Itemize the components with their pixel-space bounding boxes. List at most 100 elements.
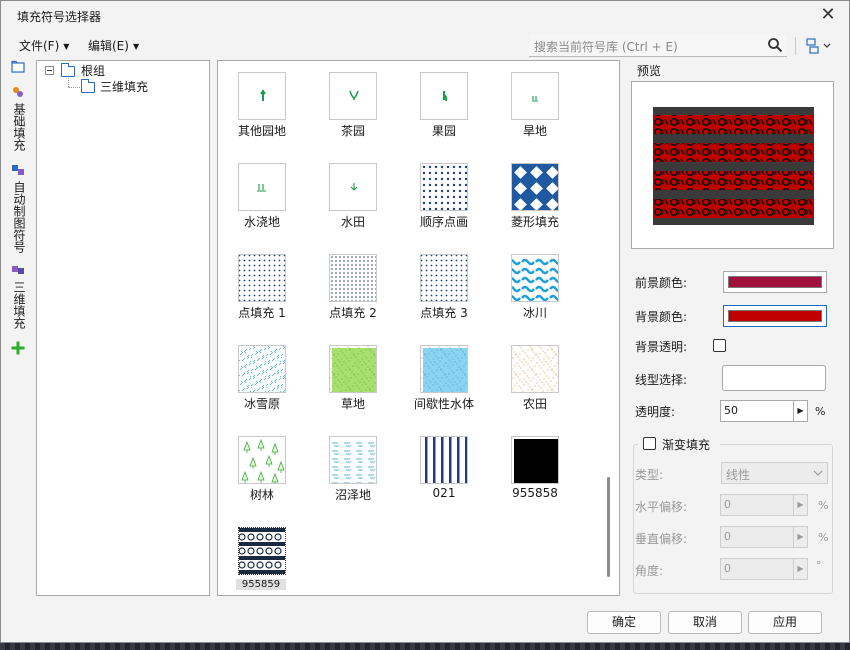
preview-label: 预览 <box>637 64 662 78</box>
symbol-item[interactable]: 树林 <box>216 436 306 524</box>
symbol-thumbnail <box>511 72 559 120</box>
symbol-item[interactable]: 点填充 3 <box>398 254 488 342</box>
symbol-item[interactable]: 旱地 <box>489 72 579 160</box>
spin-arrow-icon[interactable]: ▶ <box>793 495 807 515</box>
side-tab-strip: 基础填充 自动制图符号 三维填充 <box>7 59 29 359</box>
opacity-unit: % <box>815 405 826 418</box>
mapping-symbol-icon <box>12 165 24 175</box>
symbol-item[interactable]: 顺序点画 <box>398 163 488 251</box>
h-offset-value: 0 <box>724 498 731 511</box>
spin-arrow-icon[interactable]: ▶ <box>793 527 807 547</box>
tree-node-3d-fill[interactable]: 三维填充 <box>100 78 148 95</box>
background-color-picker[interactable] <box>723 305 827 327</box>
symbol-thumbnail <box>511 254 559 302</box>
symbol-item[interactable]: 点填充 1 <box>216 254 306 342</box>
folder-icon <box>11 60 25 73</box>
folder-icon <box>61 63 75 77</box>
angle-unit: ° <box>816 559 822 572</box>
gradient-fill-checkbox[interactable] <box>643 437 656 450</box>
search-input[interactable]: 搜索当前符号库 (Ctrl + E) <box>529 35 787 57</box>
menu-edit[interactable]: 编辑(E) ▼ <box>88 37 139 54</box>
symbol-item[interactable]: 冰雪原 <box>216 345 306 433</box>
3d-fill-icon <box>12 266 24 274</box>
symbol-item[interactable]: 021 <box>398 436 488 524</box>
tab-auto-mapping[interactable]: 自动制图符号 <box>7 163 29 257</box>
collapse-icon[interactable] <box>45 66 54 75</box>
symbol-item[interactable]: 果园 <box>398 72 488 160</box>
tree-connector <box>68 87 80 88</box>
tree-node-root[interactable]: 根组 <box>81 62 105 79</box>
gradient-title-area: 渐变填充 <box>638 435 720 453</box>
symbol-item[interactable]: 955858 <box>489 436 579 524</box>
search-icon[interactable] <box>767 37 783 53</box>
h-offset-spinner[interactable]: 0 ▶ <box>720 494 808 516</box>
spin-arrow-icon[interactable]: ▶ <box>793 559 807 579</box>
symbol-tree: 根组 三维填充 <box>36 60 210 596</box>
v-offset-unit: % <box>818 531 829 544</box>
symbol-label: 草地 <box>340 397 365 411</box>
basic-fill-icon <box>13 87 23 97</box>
symbol-item[interactable]: 草地 <box>307 345 397 433</box>
tab-folder[interactable] <box>7 59 29 75</box>
spin-arrow-icon[interactable]: ▶ <box>793 401 807 421</box>
symbol-label: 水浇地 <box>243 215 280 229</box>
symbol-label: 点填充 2 <box>329 306 377 320</box>
symbol-label: 其他园地 <box>237 124 286 138</box>
tab-auto-mapping-label: 自动制图符号 <box>12 181 26 253</box>
v-offset-spinner[interactable]: 0 ▶ <box>720 526 808 548</box>
add-library-button[interactable] <box>7 341 29 357</box>
background-color-swatch <box>728 310 822 322</box>
tab-basic-fill-label: 基础填充 <box>12 103 26 151</box>
symbol-item[interactable]: 955859 <box>216 527 306 615</box>
cancel-button[interactable]: 取消 <box>668 611 742 634</box>
ok-button[interactable]: 确定 <box>587 611 661 634</box>
symbol-item[interactable]: 沼泽地 <box>307 436 397 524</box>
symbol-label: 冰川 <box>522 306 547 320</box>
symbol-item[interactable]: 茶园 <box>307 72 397 160</box>
symbol-item[interactable]: 农田 <box>489 345 579 433</box>
opacity-value: 50 <box>724 404 738 417</box>
symbol-item[interactable]: 冰川 <box>489 254 579 342</box>
tab-3d-fill-label: 三维填充 <box>12 281 26 329</box>
opacity-spinner[interactable]: 50 ▶ <box>720 400 808 422</box>
tab-3d-fill[interactable]: 三维填充 <box>7 263 29 335</box>
h-offset-label: 水平偏移: <box>635 500 688 514</box>
symbol-label: 水田 <box>340 215 365 229</box>
close-button[interactable]: ✕ <box>815 5 841 27</box>
angle-label: 角度: <box>635 564 664 578</box>
line-type-field[interactable] <box>722 365 826 391</box>
grid-scrollbar[interactable] <box>607 477 610 577</box>
view-mode-icon[interactable] <box>806 38 832 54</box>
symbol-label: 间歇性水体 <box>413 397 474 411</box>
symbol-label: 果园 <box>431 124 456 138</box>
symbol-label: 冰雪原 <box>243 397 280 411</box>
symbol-label: 旱地 <box>522 124 547 138</box>
symbol-item[interactable]: 水田 <box>307 163 397 251</box>
apply-button[interactable]: 应用 <box>748 611 822 634</box>
window-title: 填充符号选择器 <box>17 10 102 24</box>
symbol-label: 顺序点画 <box>419 215 468 229</box>
symbol-item[interactable]: 水浇地 <box>216 163 306 251</box>
symbol-item[interactable]: 菱形填充 <box>489 163 579 251</box>
symbol-label: 茶园 <box>340 124 365 138</box>
foreground-color-swatch <box>728 276 822 288</box>
symbol-item[interactable]: 点填充 2 <box>307 254 397 342</box>
foreground-color-picker[interactable] <box>723 271 827 293</box>
fill-preview <box>653 107 814 225</box>
symbol-thumbnail <box>329 163 377 211</box>
angle-value: 0 <box>724 562 731 575</box>
symbol-item[interactable]: 间歇性水体 <box>398 345 488 433</box>
symbol-label: 点填充 3 <box>420 306 468 320</box>
symbol-thumbnail <box>238 163 286 211</box>
chevron-down-icon <box>813 470 823 476</box>
background-transparent-checkbox[interactable] <box>713 339 726 352</box>
symbol-thumbnail <box>420 72 468 120</box>
gradient-type-select[interactable]: 线性 <box>721 462 828 484</box>
menu-file[interactable]: 文件(F) ▼ <box>19 37 69 54</box>
symbol-label: 955859 <box>236 579 286 590</box>
angle-spinner[interactable]: 0 ▶ <box>720 558 808 580</box>
symbol-item[interactable]: 其他园地 <box>216 72 306 160</box>
symbol-thumbnail <box>511 345 559 393</box>
symbol-label: 菱形填充 <box>510 215 559 229</box>
tab-basic-fill[interactable]: 基础填充 <box>7 85 29 157</box>
